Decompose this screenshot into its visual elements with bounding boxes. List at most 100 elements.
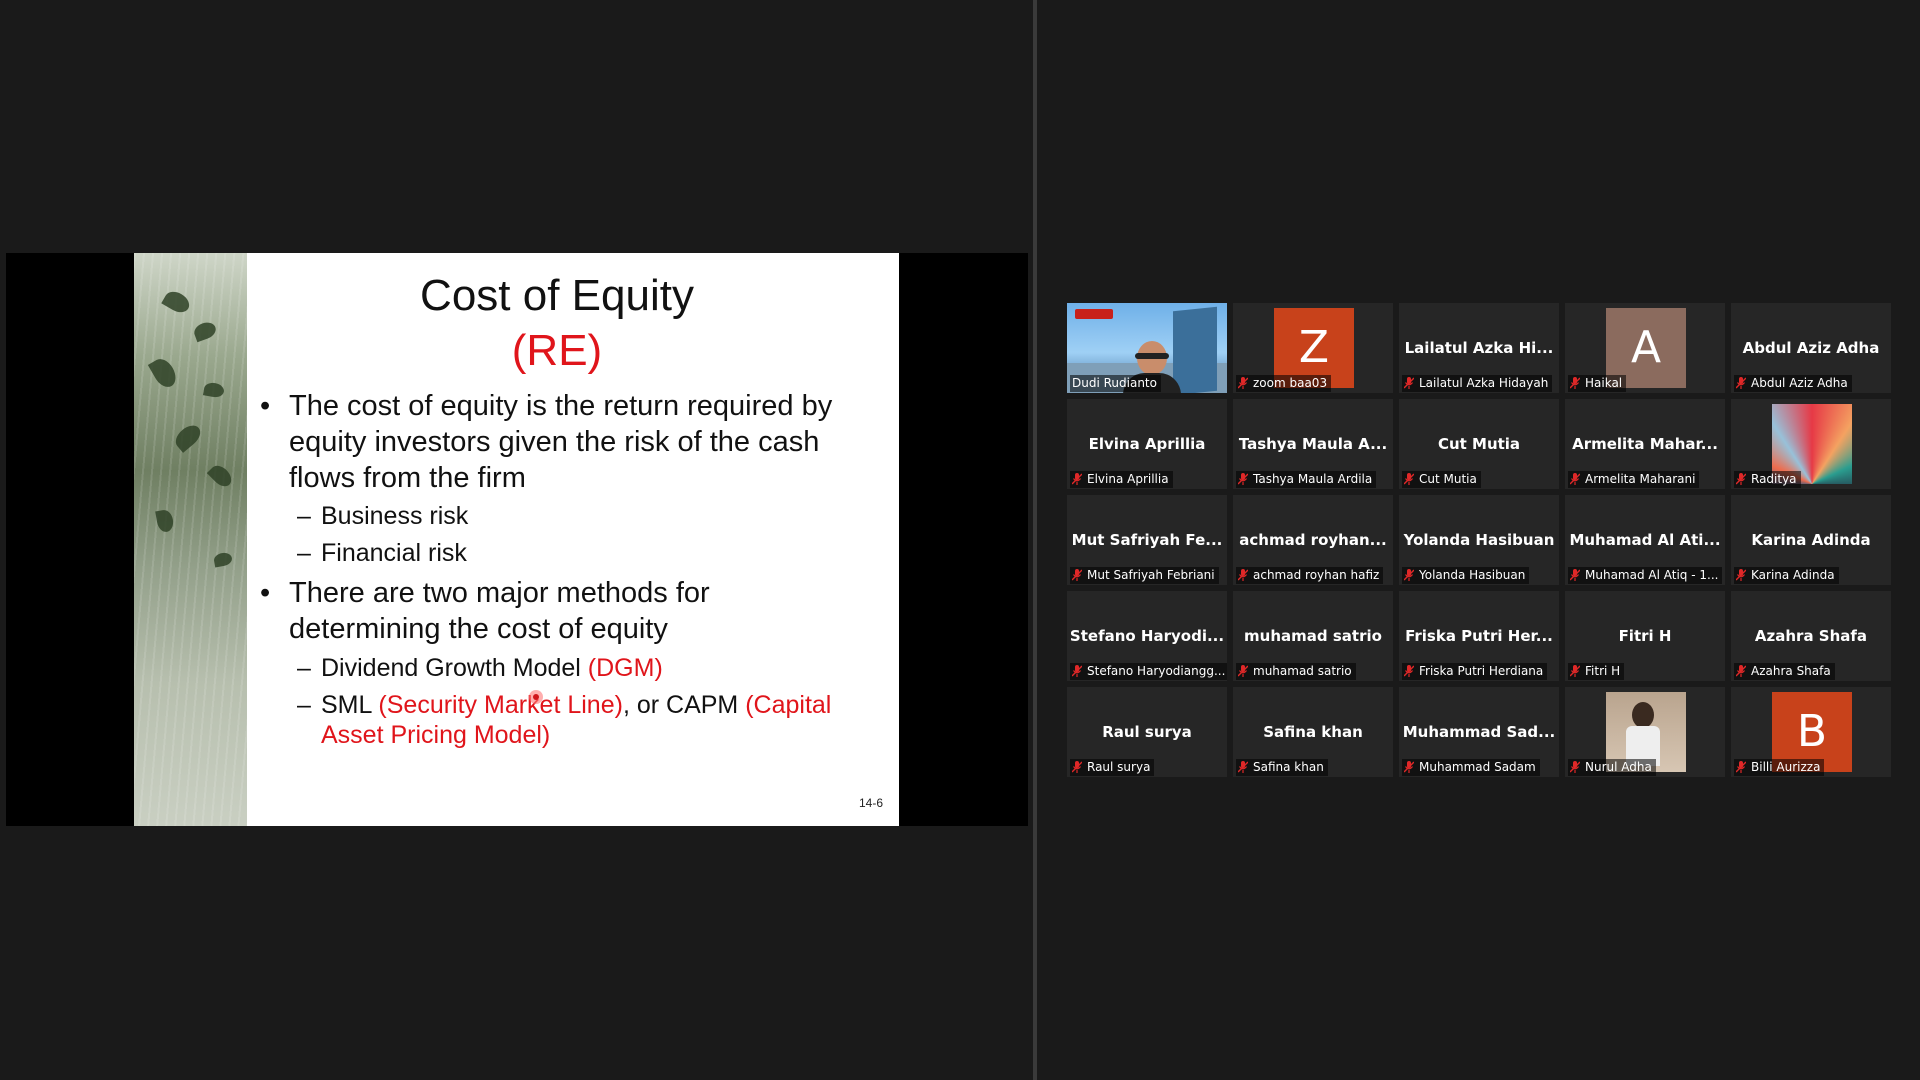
participant-label: Abdul Aziz Adha <box>1734 375 1852 392</box>
slide-decor-image <box>134 253 247 826</box>
participant-tile[interactable]: Safina khan Safina khan <box>1233 687 1393 777</box>
laser-pointer-icon <box>529 690 543 704</box>
slide-content: Cost of Equity (RE) • The cost of equity… <box>247 253 899 826</box>
mic-muted-icon <box>1238 377 1248 389</box>
participant-label: Billi Aurizza <box>1734 759 1825 776</box>
participant-tile[interactable]: muhamad satrio muhamad satrio <box>1233 591 1393 681</box>
participant-label: Tashya Maula Ardila <box>1236 471 1377 488</box>
participant-tile[interactable]: Tashya Maula A... Tashya Maula Ardila <box>1233 399 1393 489</box>
participant-name: Stefano Haryodi... <box>1069 627 1225 645</box>
mic-muted-icon <box>1238 569 1248 581</box>
participant-label-text: muhamad satrio <box>1253 664 1352 678</box>
participant-name: Elvina Aprillia <box>1088 435 1206 453</box>
participant-tile[interactable]: Mut Safriyah Fe... Mut Safriyah Febriani <box>1067 495 1227 585</box>
participant-label-text: Raul surya <box>1087 760 1151 774</box>
participant-label-text: zoom baa03 <box>1253 376 1328 390</box>
participant-label-text: Elvina Aprillia <box>1087 472 1169 486</box>
participant-name: Mut Safriyah Fe... <box>1071 531 1223 549</box>
participant-tile[interactable]: achmad royhan... achmad royhan hafiz <box>1233 495 1393 585</box>
participant-label: Muhamad Al Atiq - 1... <box>1568 567 1723 584</box>
participant-label-text: Yolanda Hasibuan <box>1419 568 1526 582</box>
participant-tile[interactable]: Zzoom baa03 <box>1233 303 1393 393</box>
participant-label-text: Muhammad Sadam <box>1419 760 1536 774</box>
slide-subtitle: (RE) <box>511 326 603 375</box>
mic-muted-icon <box>1736 473 1746 485</box>
mic-muted-icon <box>1570 377 1580 389</box>
mic-muted-icon <box>1238 473 1248 485</box>
participant-label: achmad royhan hafiz <box>1236 567 1384 584</box>
presentation-slide: Cost of Equity (RE) • The cost of equity… <box>134 253 899 826</box>
participant-tile[interactable]: Abdul Aziz Adha Abdul Aziz Adha <box>1731 303 1891 393</box>
participant-name: Abdul Aziz Adha <box>1742 339 1880 357</box>
participant-label: Friska Putri Herdiana <box>1402 663 1548 680</box>
participant-label: Cut Mutia <box>1402 471 1481 488</box>
mic-muted-icon <box>1404 665 1414 677</box>
mic-muted-icon <box>1072 665 1082 677</box>
participant-tile[interactable]: Cut Mutia Cut Mutia <box>1399 399 1559 489</box>
screen-share-area: Cost of Equity (RE) • The cost of equity… <box>0 0 1033 1080</box>
mic-muted-icon <box>1570 665 1580 677</box>
participant-tile[interactable]: Muhamad Al Ati... Muhamad Al Atiq - 1... <box>1565 495 1725 585</box>
participant-tile[interactable]: Raditya <box>1731 399 1891 489</box>
participant-name: Azahra Shafa <box>1754 627 1868 645</box>
mic-muted-icon <box>1736 761 1746 773</box>
mic-muted-icon <box>1570 761 1580 773</box>
participant-label: Haikal <box>1568 375 1627 392</box>
participant-tile[interactable]: Armelita Mahar... Armelita Maharani <box>1565 399 1725 489</box>
participant-name: Tashya Maula A... <box>1238 435 1388 453</box>
participant-label: Fitri H <box>1568 663 1625 680</box>
participant-tile[interactable]: Nurul Adha <box>1565 687 1725 777</box>
mic-muted-icon <box>1736 377 1746 389</box>
participant-tile[interactable]: Azahra Shafa Azahra Shafa <box>1731 591 1891 681</box>
participant-label-text: Raditya <box>1751 472 1797 486</box>
mic-muted-icon <box>1736 569 1746 581</box>
participant-label-text: achmad royhan hafiz <box>1253 568 1380 582</box>
mic-muted-icon <box>1072 761 1082 773</box>
bullet-text: There are two major methods for determin… <box>289 577 710 645</box>
participant-label-text: Tashya Maula Ardila <box>1253 472 1373 486</box>
participant-tile[interactable]: Lailatul Azka Hi... Lailatul Azka Hidayah <box>1399 303 1559 393</box>
participant-tile[interactable]: Muhammad Sad... Muhammad Sadam <box>1399 687 1559 777</box>
mic-muted-icon <box>1736 665 1746 677</box>
mic-muted-icon <box>1404 377 1414 389</box>
participant-name: Muhamad Al Ati... <box>1569 531 1721 549</box>
participant-label-text: Billi Aurizza <box>1751 760 1821 774</box>
participant-label: Muhammad Sadam <box>1402 759 1540 776</box>
participant-label: Lailatul Azka Hidayah <box>1402 375 1553 392</box>
participant-label: zoom baa03 <box>1236 375 1332 392</box>
mic-muted-icon <box>1570 569 1580 581</box>
participant-label-text: Stefano Haryodiangg... <box>1087 664 1226 678</box>
participant-label: Azahra Shafa <box>1734 663 1835 680</box>
participant-label-text: Fitri H <box>1585 664 1621 678</box>
participant-tile[interactable]: B Billi Aurizza <box>1731 687 1891 777</box>
participant-label-text: Armelita Maharani <box>1585 472 1696 486</box>
participant-name: Lailatul Azka Hi... <box>1404 339 1554 357</box>
participant-tile[interactable]: Elvina Aprillia Elvina Aprillia <box>1067 399 1227 489</box>
participant-tile[interactable]: Stefano Haryodi... Stefano Haryodiangg... <box>1067 591 1227 681</box>
participant-label-text: Muhamad Al Atiq - 1... <box>1585 568 1719 582</box>
participant-tile[interactable]: A Haikal <box>1565 303 1725 393</box>
bullet-text: The cost of equity is the return require… <box>289 390 833 494</box>
participant-name: Fitri H <box>1618 627 1672 645</box>
participant-label: Safina khan <box>1236 759 1328 776</box>
participant-name: Raul surya <box>1102 723 1192 741</box>
participant-label: Yolanda Hasibuan <box>1402 567 1530 584</box>
participant-tile[interactable]: Fitri H Fitri H <box>1565 591 1725 681</box>
shared-slide-frame: Cost of Equity (RE) • The cost of equity… <box>6 253 1028 826</box>
participant-label: Dudi Rudianto <box>1070 375 1161 392</box>
participant-label: Elvina Aprillia <box>1070 471 1173 488</box>
participant-name: muhamad satrio <box>1244 627 1382 645</box>
participant-label-text: Friska Putri Herdiana <box>1419 664 1544 678</box>
participant-tile[interactable]: Dudi Rudianto <box>1067 303 1227 393</box>
participant-name: Safina khan <box>1263 723 1363 741</box>
participant-tile[interactable]: Karina Adinda Karina Adinda <box>1731 495 1891 585</box>
participant-label: Nurul Adha <box>1568 759 1656 776</box>
participant-tile[interactable]: Raul surya Raul surya <box>1067 687 1227 777</box>
participant-tile[interactable]: Yolanda Hasibuan Yolanda Hasibuan <box>1399 495 1559 585</box>
slide-page-number: 14-6 <box>858 796 883 810</box>
participant-label-text: Lailatul Azka Hidayah <box>1419 376 1549 390</box>
participant-label-text: Nurul Adha <box>1585 760 1652 774</box>
participant-label-text: Dudi Rudianto <box>1072 376 1157 390</box>
participant-tile[interactable]: Friska Putri Her... Friska Putri Herdiana <box>1399 591 1559 681</box>
mic-muted-icon <box>1404 473 1414 485</box>
